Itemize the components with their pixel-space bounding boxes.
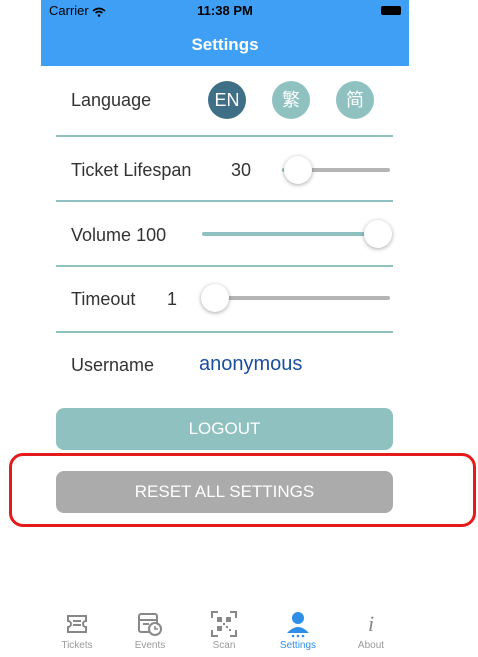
highlight-outline	[9, 453, 476, 527]
divider	[56, 331, 393, 333]
ticket-lifespan-value: 30	[231, 160, 252, 180]
divider	[56, 135, 393, 137]
language-simplified-chinese-button[interactable]: 简	[336, 81, 374, 119]
username-label: Username	[71, 355, 155, 375]
slider-track-filled	[202, 232, 376, 236]
tab-label: Events	[134, 640, 166, 651]
divider	[56, 200, 393, 202]
battery-icon	[381, 6, 401, 15]
slider-thumb[interactable]	[201, 284, 229, 312]
tab-label: Tickets	[61, 640, 93, 651]
status-bar: Carrier 11:38 PM	[41, 0, 409, 22]
ticket-icon	[67, 615, 87, 633]
language-traditional-chinese-button[interactable]: 繁	[272, 81, 310, 119]
username-value[interactable]: anonymous	[199, 353, 302, 376]
qr-code-icon	[211, 611, 237, 637]
slider-thumb[interactable]	[364, 220, 392, 248]
language-en-button[interactable]: EN	[208, 81, 246, 119]
tab-label: Scan	[212, 640, 236, 651]
timeout-value: 1	[167, 289, 178, 309]
ticket-lifespan-label: Ticket Lifespan	[71, 160, 192, 180]
tab-settings[interactable]: Settings	[264, 602, 332, 651]
logout-button[interactable]: LOGOUT	[56, 408, 393, 450]
person-icon	[287, 612, 309, 638]
slider-track-empty	[214, 296, 390, 300]
calendar-clock-icon	[138, 613, 162, 636]
status-time: 11:38 PM	[197, 3, 253, 18]
tab-label: Settings	[279, 640, 317, 651]
timeout-label: Timeout	[71, 289, 136, 309]
volume-label: Volume	[71, 225, 132, 245]
divider	[56, 265, 393, 267]
nav-bar: Settings	[41, 22, 409, 66]
slider-thumb[interactable]	[284, 156, 312, 184]
tab-events[interactable]: Events	[116, 602, 184, 651]
tab-scan[interactable]: Scan	[190, 602, 258, 651]
page-title: Settings	[191, 35, 259, 54]
tab-tickets[interactable]: Tickets	[43, 602, 111, 651]
tab-label: About	[357, 640, 385, 651]
volume-value: 100	[136, 225, 167, 245]
language-label: Language	[71, 90, 152, 110]
info-icon: i	[367, 611, 375, 636]
tab-bar: Tickets Events Scan Settings i About	[41, 602, 409, 657]
tab-about[interactable]: i About	[337, 602, 405, 651]
volume-label-group: Volume 100	[71, 225, 166, 246]
